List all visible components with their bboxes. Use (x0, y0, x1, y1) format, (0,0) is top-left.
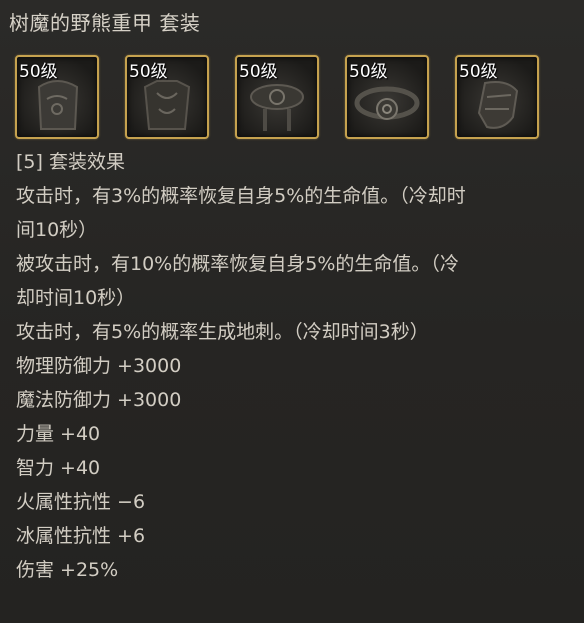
piece-level: 50级 (349, 62, 388, 82)
stat-line: 力量 +40 (16, 423, 101, 445)
stat-line: 火属性抗性 −6 (16, 491, 146, 513)
piece-level: 50级 (459, 62, 498, 82)
set-details: [5] 套装效果 攻击时，有3%的概率恢复自身5%的生命值。（冷却时 间10秒）… (16, 145, 576, 587)
set-pieces-row: 50级 50级 50级 50级 50级 (15, 55, 575, 139)
set-bonus-header: [5] 套装效果 (16, 151, 125, 173)
stat-line: 伤害 +25% (16, 559, 119, 581)
set-effect-line: 却时间10秒） (16, 287, 136, 309)
set-piece-slot[interactable]: 50级 (345, 55, 429, 139)
set-effect-line: 被攻击时，有10%的概率恢复自身5%的生命值。（冷 (16, 253, 459, 275)
set-effect-line: 间10秒） (16, 219, 98, 241)
set-piece-slot[interactable]: 50级 (15, 55, 99, 139)
set-effect-line: 攻击时，有3%的概率恢复自身5%的生命值。（冷却时 (16, 185, 466, 207)
set-piece-slot[interactable]: 50级 (235, 55, 319, 139)
piece-level: 50级 (239, 62, 278, 82)
set-piece-slot[interactable]: 50级 (125, 55, 209, 139)
stat-line: 智力 +40 (16, 457, 101, 479)
set-effect-line: 攻击时，有5%的概率生成地刺。（冷却时间3秒） (16, 321, 429, 343)
set-tooltip-panel: 树魔的野熊重甲 套装 50级 50级 50级 50级 50级 [5] 套装效果 … (0, 0, 584, 623)
stat-line: 物理防御力 +3000 (16, 355, 182, 377)
stat-line: 魔法防御力 +3000 (16, 389, 182, 411)
set-title: 树魔的野熊重甲 套装 (9, 11, 201, 35)
piece-level: 50级 (129, 62, 168, 82)
piece-level: 50级 (19, 62, 58, 82)
stat-line: 冰属性抗性 +6 (16, 525, 146, 547)
set-piece-slot[interactable]: 50级 (455, 55, 539, 139)
